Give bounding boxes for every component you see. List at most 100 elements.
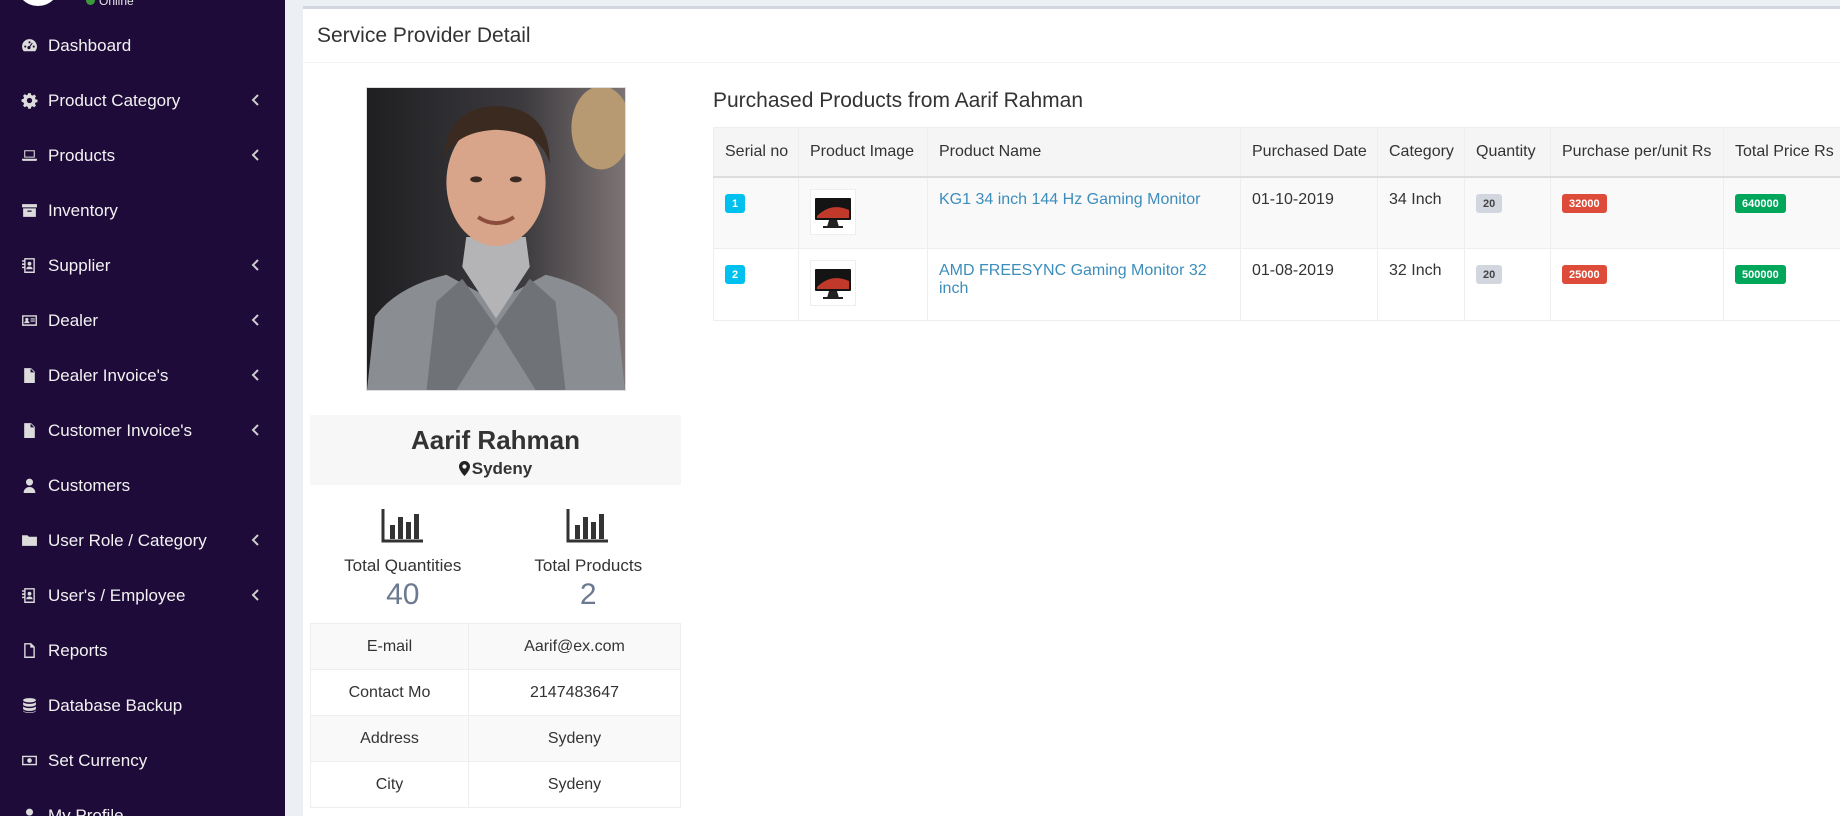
column-header[interactable]: Serial no [713,127,799,178]
sidebar-item-label: Products [48,145,116,165]
column-header[interactable]: Product Name [927,127,1241,178]
sidebar-item-product-category[interactable]: Product Category [0,73,285,128]
unit-price-badge: 25000 [1562,265,1607,285]
stat-value: 2 [579,578,597,611]
detail-value: 2147483647 [468,669,681,716]
sidebar-item-dashboard[interactable]: Dashboard [0,18,285,73]
date-cell: 01-10-2019 [1240,176,1378,249]
column-header[interactable]: Category [1377,127,1465,178]
file-icon [19,367,39,385]
chevron-left-icon [251,256,260,276]
sidebar-item-users-employee[interactable]: User's / Employee [0,568,285,623]
serial-cell: 1 [713,176,799,249]
sidebar-item-label: Supplier [48,255,111,275]
product-link[interactable]: KG1 34 inch 144 Hz Gaming Monitor [939,191,1200,208]
category-cell: 34 Inch [1377,176,1465,249]
chevron-left-icon [251,311,260,331]
gear-icon [19,92,39,110]
dashboard-icon [19,37,39,55]
sidebar-item-supplier[interactable]: Supplier [0,238,285,293]
detail-row-city: City Sydeny [310,761,681,808]
sidebar-item-label: User Role / Category [48,530,207,550]
sidebar-item-label: Inventory [48,200,118,220]
date-cell: 01-08-2019 [1240,248,1378,321]
product-thumbnail[interactable] [810,260,856,306]
sidebar-item-customer-invoices[interactable]: Customer Invoice's [0,403,285,458]
sidebar-item-products[interactable]: Products [0,128,285,183]
detail-key: Contact Mo [310,669,469,716]
laptop-icon [19,147,39,165]
folder-icon [19,532,39,550]
user-icon [19,807,39,816]
sidebar-item-label: Reports [48,640,108,660]
image-cell [798,176,928,249]
profile-stats: Total Quantities 40 Total Products 2 [310,507,681,621]
unit-price-badge: 32000 [1562,193,1607,213]
online-status: Online [86,0,134,8]
file-icon [19,422,39,440]
sidebar-item-label: User's / Employee [48,585,186,605]
main-content: Service Provider Detail Aarif Rahman Syd… [285,0,1840,816]
chevron-left-icon [251,146,260,166]
sidebar-item-reports[interactable]: Reports [0,623,285,678]
serial-cell: 2 [713,248,799,321]
sidebar-item-inventory[interactable]: Inventory [0,183,285,238]
sidebar-item-set-currency[interactable]: Set Currency [0,733,285,788]
unit-price-cell: 25000 [1550,248,1724,321]
column-header[interactable]: Purchase per/unit Rs [1550,127,1724,178]
sidebar-item-label: Customers [48,475,131,495]
sidebar-item-customers[interactable]: Customers [0,458,285,513]
sidebar-item-label: Customer Invoice's [48,420,193,440]
table-row: 1 KG1 34 inch 144 Hz Gaming Monitor 01-1… [713,176,1840,249]
profile-name-box: Aarif Rahman Sydeny [310,415,681,485]
detail-key: E-mail [310,623,469,670]
total-price-cell: 640000 [1723,176,1840,249]
column-header[interactable]: Purchased Date [1240,127,1378,178]
sidebar-item-label: Dealer Invoice's [48,365,169,385]
image-cell [798,248,928,321]
category-cell: 32 Inch [1377,248,1465,321]
sidebar-item-label: My Profile [48,805,124,816]
sidebar-item-user-role-category[interactable]: User Role / Category [0,513,285,568]
sidebar-item-label: Product Category [48,90,181,110]
products-title: Purchased Products from Aarif Rahman [713,89,1084,112]
sidebar-item-my-profile[interactable]: My Profile [0,788,285,816]
detail-key: City [310,761,469,808]
sidebar-item-dealer[interactable]: Dealer [0,293,285,348]
table-header-row: Serial no Product Image Product Name Pur… [713,127,1840,178]
avatar[interactable] [16,0,60,6]
purchased-products-table: Serial no Product Image Product Name Pur… [713,127,1840,321]
map-marker-icon [458,461,470,476]
product-thumbnail[interactable] [810,188,856,235]
chevron-left-icon [251,586,260,606]
file-outline-icon [19,642,39,660]
detail-row-address: Address Sydeny [310,715,681,762]
detail-box: Service Provider Detail Aarif Rahman Syd… [303,6,1840,816]
stat-total-products: Total Products 2 [496,507,682,621]
product-name-cell: AMD FREESYNC Gaming Monitor 32 inch [927,248,1241,321]
online-dot-icon [86,0,95,5]
total-price-badge: 500000 [1735,265,1786,285]
product-link[interactable]: AMD FREESYNC Gaming Monitor 32 inch [939,262,1207,297]
stat-label: Total Products [534,556,643,575]
detail-row-contact: Contact Mo 2147483647 [310,669,681,716]
product-name-cell: KG1 34 inch 144 Hz Gaming Monitor [927,176,1241,249]
money-icon [19,752,39,770]
stat-value: 40 [386,578,420,611]
sidebar-item-dealer-invoices[interactable]: Dealer Invoice's [0,348,285,403]
column-header[interactable]: Quantity [1464,127,1551,178]
address-book-icon [19,587,39,605]
quantity-cell: 20 [1464,248,1551,321]
user-icon [19,477,39,495]
sidebar-item-database-backup[interactable]: Database Backup [0,678,285,733]
column-header[interactable]: Product Image [798,127,928,178]
profile-city-label: Sydeny [471,459,533,478]
profile-photo [366,87,626,391]
detail-value: Sydeny [468,761,681,808]
unit-price-cell: 32000 [1550,176,1724,249]
chevron-left-icon [251,531,260,551]
chevron-left-icon [251,91,260,111]
sidebar: Online Dashboard Product Category Produc… [0,0,285,816]
detail-value: Aarif@ex.com [468,623,681,670]
column-header[interactable]: Total Price Rs [1723,127,1840,178]
